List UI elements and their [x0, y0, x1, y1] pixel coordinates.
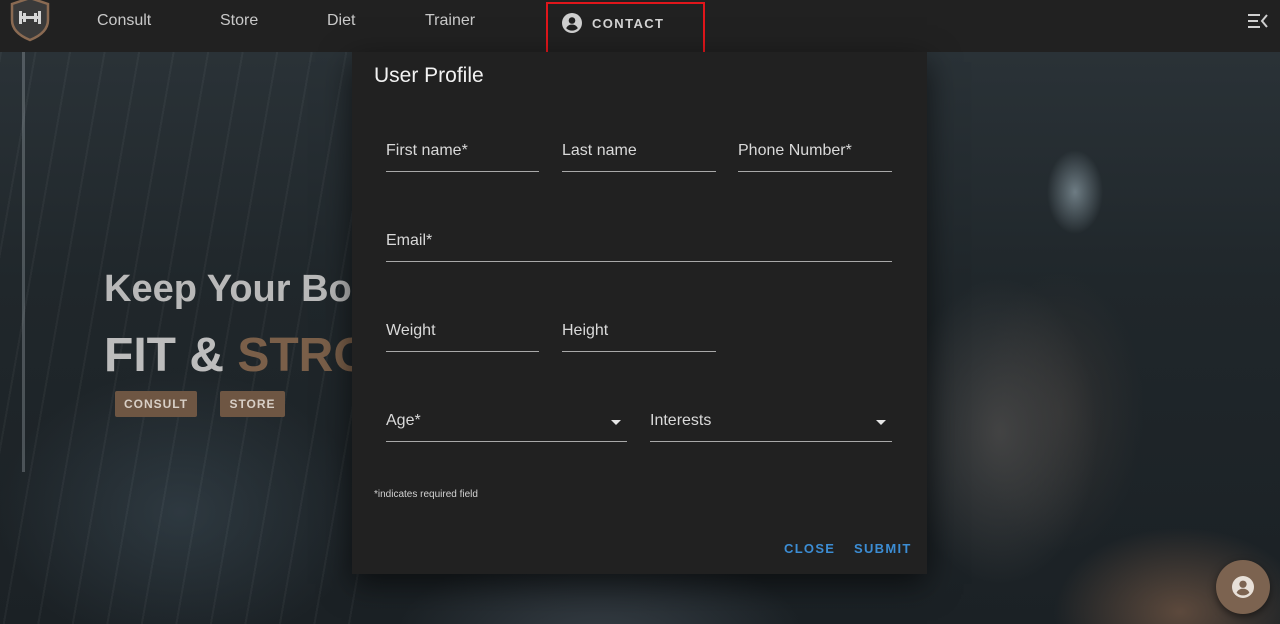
phone-number-field[interactable]: Phone Number*: [738, 142, 892, 172]
nav-consult-link[interactable]: Consult: [97, 12, 151, 30]
email-label: Email*: [386, 232, 433, 249]
nav-trainer-link[interactable]: Trainer: [425, 12, 475, 30]
last-name-label: Last name: [562, 142, 637, 159]
dumbbell-shield-logo[interactable]: [8, 0, 52, 42]
first-name-label: First name*: [386, 142, 468, 159]
account-circle-icon: [1232, 576, 1254, 598]
age-dropdown-icon: [611, 420, 621, 425]
floating-profile-button[interactable]: [1216, 560, 1270, 614]
hero-store-button[interactable]: STORE: [220, 391, 285, 417]
required-field-note: *indicates required field: [374, 489, 478, 500]
phone-number-label: Phone Number*: [738, 142, 852, 159]
weight-field[interactable]: Weight: [386, 322, 539, 352]
submit-button[interactable]: SUBMIT: [854, 541, 912, 556]
nav-store-link[interactable]: Store: [220, 12, 258, 30]
hero-tagline: FIT & STRO: [104, 328, 371, 383]
height-label: Height: [562, 322, 609, 339]
top-navbar: Consult Store Diet Trainer CONTACT: [0, 0, 1280, 55]
dialog-title: User Profile: [374, 64, 484, 87]
hero-fit-text: FIT &: [104, 329, 224, 382]
weight-label: Weight: [386, 322, 436, 339]
age-label: Age*: [386, 412, 421, 429]
hero-strong-text: STRO: [237, 329, 371, 382]
hero-consult-button[interactable]: CONSULT: [115, 391, 197, 417]
email-field[interactable]: Email*: [386, 232, 892, 262]
hero-heading: Keep Your Bod: [104, 268, 375, 310]
first-name-field[interactable]: First name*: [386, 142, 539, 172]
nav-contact-label: CONTACT: [592, 16, 665, 31]
nav-diet-link[interactable]: Diet: [327, 12, 355, 30]
close-button[interactable]: CLOSE: [784, 541, 835, 556]
interests-select[interactable]: Interests: [650, 412, 892, 442]
interests-label: Interests: [650, 412, 712, 429]
interests-dropdown-icon: [876, 420, 886, 425]
age-select[interactable]: Age*: [386, 412, 627, 442]
menu-open-icon[interactable]: [1248, 13, 1268, 29]
account-circle-icon: [562, 13, 582, 33]
hero-pole: [22, 52, 25, 472]
height-field[interactable]: Height: [562, 322, 716, 352]
last-name-field[interactable]: Last name: [562, 142, 716, 172]
user-profile-dialog: User Profile First name* Last name Phone…: [352, 52, 927, 574]
nav-contact-button[interactable]: CONTACT: [546, 2, 705, 55]
